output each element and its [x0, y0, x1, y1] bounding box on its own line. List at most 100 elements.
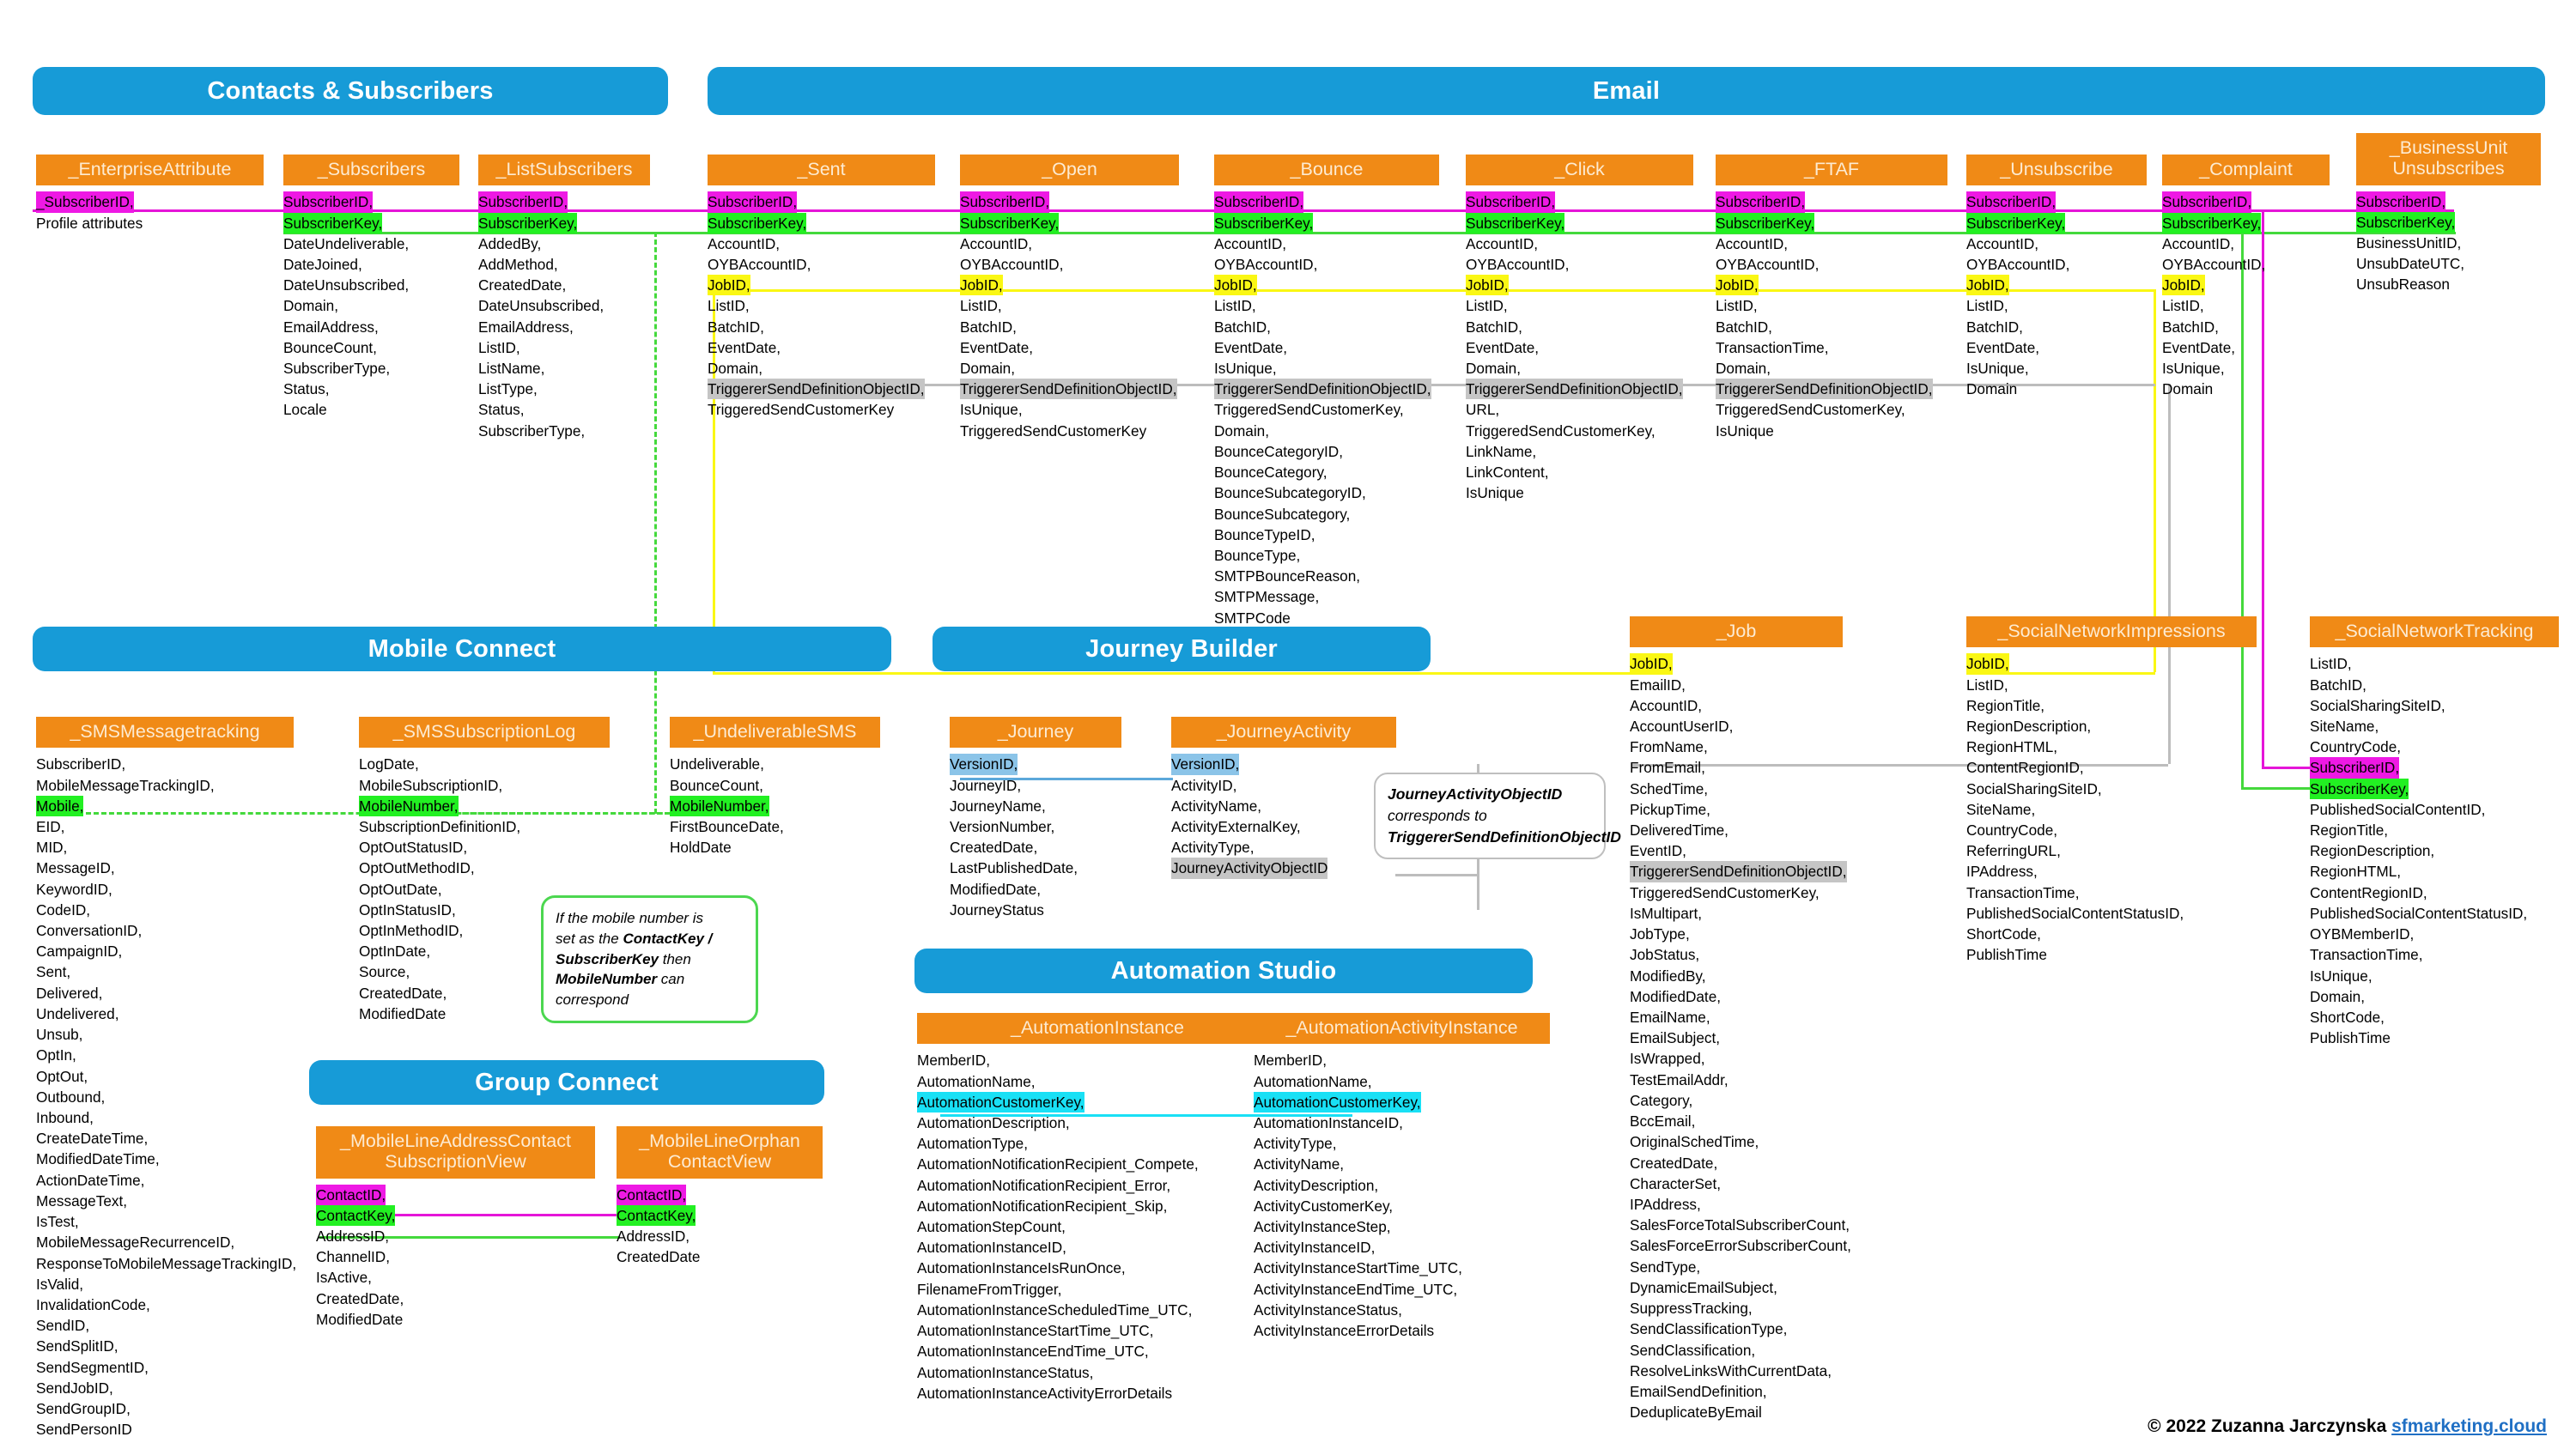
field: ContentRegionID,: [2310, 883, 2427, 901]
field: ShortCode,: [1966, 925, 2041, 943]
field: Domain: [1966, 380, 2018, 398]
field: InvalidationCode,: [36, 1295, 150, 1313]
field: TriggeredSendCustomerKey,: [1214, 401, 1404, 419]
field: JobID,: [1966, 275, 2009, 296]
field: SendJobID,: [36, 1379, 113, 1397]
field: ListID,: [1966, 297, 2008, 315]
website-link[interactable]: sfmarketing.cloud: [2391, 1416, 2547, 1436]
field: SubscriberID,: [1466, 191, 1556, 213]
connector-jobid-to-job: [713, 672, 1631, 675]
field: SubscriberID,: [960, 191, 1050, 213]
field: AutomationName,: [917, 1072, 1036, 1090]
field: AccountID,: [2162, 234, 2235, 252]
field: VersionID,: [1171, 754, 1240, 775]
connector-jobid-vertical-right: [2154, 289, 2156, 672]
field: BounceType,: [1214, 547, 1301, 564]
field: SMTPCode: [1214, 609, 1291, 627]
field: ActivityInstanceID,: [1254, 1239, 1376, 1257]
field-list-unsubscribe: SubscriberID, SubscriberKey, AccountID, …: [1966, 191, 2147, 399]
field: IsValid,: [36, 1275, 84, 1293]
field: ShortCode,: [2310, 1009, 2385, 1026]
field: EmailID,: [1630, 676, 1686, 694]
connector-triggered-send-journey-h: [1395, 874, 1477, 876]
field: IPAddress,: [1630, 1195, 1701, 1213]
note-line-5: correspond: [556, 991, 629, 1009]
field: JobID,: [1630, 653, 1673, 675]
field: TriggererSendDefinitionObjectID,: [960, 379, 1177, 400]
table-bounce: _Bounce SubscriberID, SubscriberKey, Acc…: [1214, 155, 1439, 628]
table-header-automation-instance: _AutomationInstance: [917, 1013, 1278, 1045]
field: FilenameFromTrigger,: [917, 1280, 1062, 1298]
field: IsUnique,: [1966, 360, 2029, 378]
field: AutomationInstanceActivityErrorDetails: [917, 1384, 1173, 1402]
field: SubscriberKey,: [708, 212, 807, 233]
field: PublishTime: [2310, 1029, 2391, 1047]
field-list-bounce: SubscriberID, SubscriberKey, AccountID, …: [1214, 191, 1439, 628]
field: MemberID,: [917, 1052, 990, 1070]
field: ConversationID,: [36, 922, 143, 940]
field: BounceTypeID,: [1214, 525, 1315, 543]
table-header-unsubscribe: _Unsubscribe: [1966, 155, 2147, 186]
field: OYBAccountID,: [1716, 255, 1820, 273]
field: ActivityInstanceStatus,: [1254, 1300, 1402, 1319]
field: SubscriberKey,: [2356, 211, 2456, 233]
table-header-open: _Open: [960, 155, 1179, 186]
field: MessageID,: [36, 859, 115, 877]
field-list-ftaf: SubscriberID, SubscriberKey, AccountID, …: [1716, 191, 1947, 441]
field: SubscriberID,: [2162, 191, 2252, 213]
table-sent: _Sent SubscriberID, SubscriberKey, Accou…: [708, 155, 935, 421]
field: JobType,: [1630, 925, 1690, 943]
field: ActivityCustomerKey,: [1254, 1197, 1394, 1215]
field: URL,: [1466, 401, 1500, 419]
field: BounceCategoryID,: [1214, 442, 1343, 460]
field: SendSegmentID,: [36, 1358, 149, 1376]
field: Locale: [283, 401, 327, 419]
table-sms-message-tracking: _SMSMessagetracking SubscriberID, Mobile…: [36, 717, 297, 1440]
note-line-2a: set as the: [556, 930, 623, 947]
field: ResolveLinksWithCurrentData,: [1630, 1361, 1832, 1379]
field: SendType,: [1630, 1258, 1701, 1276]
field: JourneyActivityObjectID: [1171, 858, 1328, 879]
field: OYBAccountID,: [1466, 255, 1570, 273]
field: IsWrapped,: [1630, 1050, 1705, 1068]
section-banner-email: Email: [708, 67, 2545, 115]
field-list-social-network-impressions: JobID, ListID, RegionTitle, RegionDescri…: [1966, 653, 2257, 965]
field: AutomationInstanceStatus,: [917, 1363, 1094, 1381]
field: BusinessUnitID,: [2356, 234, 2462, 252]
field: SubscriberKey,: [1214, 212, 1314, 233]
field: AccountID,: [960, 234, 1033, 252]
field: Undelivered,: [36, 1004, 119, 1022]
field: CreatedDate,: [950, 839, 1038, 857]
field: EventDate,: [708, 338, 781, 356]
journey-note-line-3: TriggererSendDefinitionObjectID: [1388, 828, 1621, 846]
field: Profile attributes: [36, 214, 143, 232]
field: EID,: [36, 817, 65, 835]
field: MobileNumber,: [670, 795, 769, 816]
note-mobile-number: If the mobile number is set as the Conta…: [541, 895, 758, 1023]
field: BccEmail,: [1630, 1113, 1696, 1131]
field: JobID,: [2162, 275, 2205, 296]
field: OptIn,: [36, 1046, 76, 1064]
field: SalesForceErrorSubscriberCount,: [1630, 1237, 1851, 1255]
table-header-undeliverable-sms: _UndeliverableSMS: [670, 717, 880, 749]
field: ModifiedDateTime,: [36, 1150, 160, 1168]
field: SubscriberID,: [2310, 757, 2400, 779]
table-header-sent: _Sent: [708, 155, 935, 186]
field: IsTest,: [36, 1213, 79, 1231]
field-list-automation-instance: MemberID, AutomationName, AutomationCust…: [917, 1050, 1278, 1404]
field: EventDate,: [2162, 338, 2236, 356]
table-journey-activity: _JourneyActivity VersionID, ActivityID, …: [1171, 717, 1396, 879]
field: JobID,: [708, 275, 750, 296]
field: UnsubReason: [2356, 276, 2450, 294]
field: AutomationCustomerKey,: [917, 1091, 1084, 1113]
field: SendPersonID: [36, 1421, 132, 1439]
field: SMTPBounceReason,: [1214, 567, 1361, 585]
field: ModifiedDate: [316, 1310, 404, 1328]
field: MobileNumber,: [359, 795, 459, 816]
field: SendClassification,: [1630, 1341, 1756, 1359]
field: Domain,: [2310, 987, 2365, 1005]
field: MobileSubscriptionID,: [359, 776, 503, 794]
field: AutomationType,: [917, 1135, 1028, 1153]
field: TestEmailAddr,: [1630, 1070, 1728, 1088]
field: ResponseToMobileMessageTrackingID,: [36, 1254, 297, 1272]
